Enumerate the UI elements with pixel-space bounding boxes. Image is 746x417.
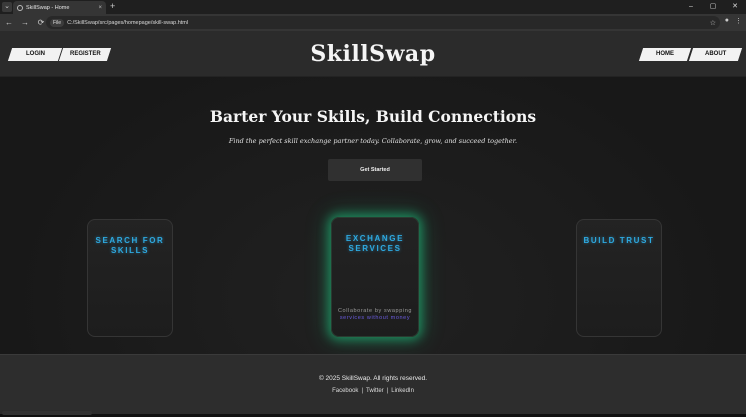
reload-icon[interactable]: ⟳ bbox=[36, 18, 46, 27]
browser-toolbar: ← → ⟳ File C:/SkillSwap/src/pages/homepa… bbox=[0, 14, 746, 31]
home-label: HOME bbox=[656, 51, 674, 57]
about-button[interactable]: ABOUT bbox=[688, 48, 743, 61]
file-chip[interactable]: File bbox=[50, 18, 65, 27]
card-title: BUILD TRUST bbox=[577, 236, 661, 246]
page-content: LOGIN REGISTER SkillSwap HOME ABOUT Bart… bbox=[0, 31, 746, 414]
address-bar[interactable]: File C:/SkillSwap/src/pages/homepage/ski… bbox=[46, 16, 720, 29]
back-icon[interactable]: ← bbox=[4, 18, 14, 27]
tab-close-icon[interactable]: × bbox=[98, 5, 102, 11]
feature-card-search-skills[interactable]: SEARCH FOR SKILLS bbox=[87, 219, 173, 337]
kebab-menu-icon[interactable]: ⋮ bbox=[735, 17, 742, 25]
card-title-line: SERVICES bbox=[348, 244, 402, 253]
card-desc-line: Collaborate by swapping bbox=[337, 308, 413, 314]
footer-links: Facebook | Twitter | LinkedIn bbox=[0, 388, 746, 394]
window-controls: – ▢ ✕ bbox=[680, 0, 746, 14]
card-title-line: EXCHANGE bbox=[345, 234, 405, 243]
browser-tabstrip: ⌄ SkillSwap - Home × + – ▢ ✕ bbox=[0, 0, 746, 14]
tab-skillswap-home[interactable]: SkillSwap - Home × bbox=[13, 1, 106, 14]
site-logo[interactable]: SkillSwap bbox=[0, 41, 746, 67]
site-footer: © 2025 SkillSwap. All rights reserved. F… bbox=[0, 354, 746, 414]
tab-title: SkillSwap - Home bbox=[26, 4, 70, 11]
card-title-line: SEARCH FOR bbox=[95, 236, 165, 245]
home-button[interactable]: HOME bbox=[638, 48, 692, 61]
copyright-text: © 2025 SkillSwap. All rights reserved. bbox=[318, 375, 428, 382]
forward-icon[interactable]: → bbox=[20, 18, 30, 27]
status-pill bbox=[2, 411, 92, 415]
facebook-link[interactable]: Facebook bbox=[332, 388, 358, 394]
tab-search-icon[interactable]: ⌄ bbox=[2, 2, 12, 12]
twitter-link[interactable]: Twitter bbox=[366, 388, 384, 394]
feature-card-exchange-services[interactable]: EXCHANGE SERVICES Collaborate by swappin… bbox=[331, 217, 419, 337]
feature-card-build-trust[interactable]: BUILD TRUST bbox=[576, 219, 662, 337]
hero-title: Barter Your Skills, Build Connections bbox=[209, 107, 537, 126]
new-tab-button[interactable]: + bbox=[110, 1, 115, 11]
profile-icon[interactable]: ● bbox=[725, 17, 729, 25]
linkedin-link[interactable]: LinkedIn bbox=[391, 388, 414, 394]
card-desc-line: services without money bbox=[339, 315, 411, 321]
card-title-line: SKILLS bbox=[110, 246, 150, 255]
bookmark-star-icon[interactable]: ☆ bbox=[710, 19, 716, 27]
site-header: LOGIN REGISTER SkillSwap HOME ABOUT bbox=[0, 31, 746, 77]
link-separator: | bbox=[386, 388, 389, 394]
globe-icon bbox=[17, 4, 23, 11]
link-separator: | bbox=[361, 388, 363, 394]
url-text[interactable]: C:/SkillSwap/src/pages/homepage/skill-sw… bbox=[67, 20, 707, 26]
hero-subtitle: Find the perfect skill exchange partner … bbox=[228, 137, 518, 145]
minimize-icon[interactable]: – bbox=[680, 0, 702, 14]
close-window-icon[interactable]: ✕ bbox=[724, 0, 746, 14]
maximize-icon[interactable]: ▢ bbox=[702, 0, 724, 14]
card-title: EXCHANGE SERVICES bbox=[332, 234, 418, 254]
toolbar-right: ● ⋮ bbox=[725, 17, 742, 25]
card-description: Collaborate by swapping services without… bbox=[332, 308, 418, 322]
get-started-button[interactable]: Get Started bbox=[328, 159, 422, 181]
card-title-line: BUILD TRUST bbox=[583, 236, 655, 245]
about-label: ABOUT bbox=[704, 51, 727, 57]
card-title: SEARCH FOR SKILLS bbox=[88, 236, 172, 256]
